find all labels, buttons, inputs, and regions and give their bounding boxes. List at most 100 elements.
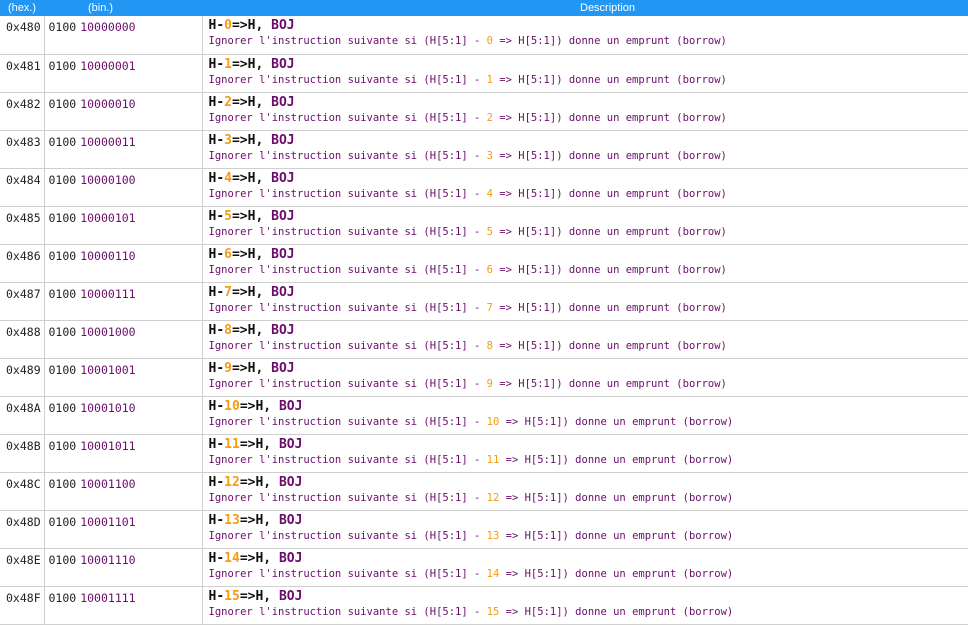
description-number: 13 (487, 530, 500, 542)
mnemonic-keyword: BOJ (279, 589, 302, 604)
opcode: 0100 (49, 287, 77, 301)
description-suffix: => H[5:1]) donne un emprunt (borrow) (493, 35, 727, 47)
description-cell: H-12=>H, BOJIgnorer l'instruction suivan… (202, 472, 968, 510)
bits: 10001101 (80, 515, 135, 529)
mnemonic: H-12=>H, BOJ (209, 475, 968, 491)
mnemonic: H-11=>H, BOJ (209, 437, 968, 453)
hex-code: 0x480 (0, 16, 44, 54)
description-prefix: Ignorer l'instruction suivante si (H[5:1… (209, 606, 487, 618)
mnemonic-prefix: H- (209, 323, 225, 338)
mnemonic-number: 4 (224, 171, 232, 186)
mnemonic-keyword: BOJ (271, 133, 294, 148)
mnemonic-prefix: H- (209, 551, 225, 566)
description-prefix: Ignorer l'instruction suivante si (H[5:1… (209, 35, 487, 47)
opcode: 0100 (49, 477, 77, 491)
description-text: Ignorer l'instruction suivante si (H[5:1… (209, 111, 968, 125)
mnemonic-keyword: BOJ (271, 285, 294, 300)
mnemonic-prefix: H- (209, 513, 225, 528)
table-row: 0x480010010000000H-0=>H, BOJIgnorer l'in… (0, 16, 968, 54)
header-hex: (hex.) (0, 0, 44, 16)
bits: 10001100 (80, 477, 135, 491)
description-cell: H-13=>H, BOJIgnorer l'instruction suivan… (202, 510, 968, 548)
opcode: 0100 (49, 173, 77, 187)
mnemonic: H-9=>H, BOJ (209, 361, 968, 377)
description-text: Ignorer l'instruction suivante si (H[5:1… (209, 567, 968, 581)
description-suffix: => H[5:1]) donne un emprunt (borrow) (493, 302, 727, 314)
description-text: Ignorer l'instruction suivante si (H[5:1… (209, 529, 968, 543)
description-number: 14 (487, 568, 500, 580)
description-prefix: Ignorer l'instruction suivante si (H[5:1… (209, 416, 487, 428)
description-prefix: Ignorer l'instruction suivante si (H[5:1… (209, 454, 487, 466)
mnemonic-number: 1 (224, 57, 232, 72)
opcode: 0100 (49, 591, 77, 605)
binary-code: 010010001011 (44, 434, 202, 472)
header-bin: (bin.) (44, 0, 202, 16)
mnemonic-number: 0 (224, 18, 232, 33)
description-text: Ignorer l'instruction suivante si (H[5:1… (209, 453, 968, 467)
opcode: 0100 (49, 363, 77, 377)
description-suffix: => H[5:1]) donne un emprunt (borrow) (493, 378, 727, 390)
table-row: 0x489010010001001H-9=>H, BOJIgnorer l'in… (0, 358, 968, 396)
opcode: 0100 (49, 59, 77, 73)
bits: 10000001 (80, 59, 135, 73)
hex-code: 0x48E (0, 548, 44, 586)
mnemonic-suffix: =>H, (232, 18, 271, 33)
bits: 10000111 (80, 287, 135, 301)
mnemonic-prefix: H- (209, 361, 225, 376)
mnemonic: H-2=>H, BOJ (209, 95, 968, 111)
mnemonic-prefix: H- (209, 399, 225, 414)
mnemonic-suffix: =>H, (232, 209, 271, 224)
hex-code: 0x48C (0, 472, 44, 510)
mnemonic-prefix: H- (209, 437, 225, 452)
mnemonic: H-10=>H, BOJ (209, 399, 968, 415)
bits: 10001110 (80, 553, 135, 567)
bits: 10001111 (80, 591, 135, 605)
bits: 10000110 (80, 249, 135, 263)
mnemonic-prefix: H- (209, 18, 225, 33)
mnemonic-number: 11 (224, 437, 240, 452)
mnemonic-number: 3 (224, 133, 232, 148)
hex-code: 0x483 (0, 130, 44, 168)
bits: 10000000 (80, 20, 135, 34)
description-prefix: Ignorer l'instruction suivante si (H[5:1… (209, 492, 487, 504)
bits: 10001010 (80, 401, 135, 415)
mnemonic: H-15=>H, BOJ (209, 589, 968, 605)
description-prefix: Ignorer l'instruction suivante si (H[5:1… (209, 112, 487, 124)
mnemonic-suffix: =>H, (240, 475, 279, 490)
mnemonic-suffix: =>H, (232, 285, 271, 300)
mnemonic-number: 14 (224, 551, 240, 566)
hex-code: 0x484 (0, 168, 44, 206)
mnemonic-suffix: =>H, (232, 95, 271, 110)
description-text: Ignorer l'instruction suivante si (H[5:1… (209, 263, 968, 277)
bits: 10000101 (80, 211, 135, 225)
mnemonic-number: 6 (224, 247, 232, 262)
table-row: 0x484010010000100H-4=>H, BOJIgnorer l'in… (0, 168, 968, 206)
description-suffix: => H[5:1]) donne un emprunt (borrow) (493, 150, 727, 162)
description-cell: H-9=>H, BOJIgnorer l'instruction suivant… (202, 358, 968, 396)
binary-code: 010010000101 (44, 206, 202, 244)
hex-code: 0x48A (0, 396, 44, 434)
table-row: 0x487010010000111H-7=>H, BOJIgnorer l'in… (0, 282, 968, 320)
mnemonic-keyword: BOJ (271, 18, 294, 33)
hex-code: 0x485 (0, 206, 44, 244)
mnemonic-suffix: =>H, (232, 57, 271, 72)
description-prefix: Ignorer l'instruction suivante si (H[5:1… (209, 188, 487, 200)
table-row: 0x482010010000010H-2=>H, BOJIgnorer l'in… (0, 92, 968, 130)
hex-code: 0x48F (0, 586, 44, 624)
description-text: Ignorer l'instruction suivante si (H[5:1… (209, 187, 968, 201)
description-prefix: Ignorer l'instruction suivante si (H[5:1… (209, 226, 487, 238)
mnemonic-keyword: BOJ (279, 399, 302, 414)
opcode: 0100 (49, 97, 77, 111)
binary-code: 010010000111 (44, 282, 202, 320)
hex-code: 0x486 (0, 244, 44, 282)
mnemonic-prefix: H- (209, 247, 225, 262)
opcode: 0100 (49, 553, 77, 567)
header-description: Description (202, 0, 968, 16)
opcode: 0100 (49, 135, 77, 149)
description-suffix: => H[5:1]) donne un emprunt (borrow) (499, 606, 733, 618)
mnemonic-number: 10 (224, 399, 240, 414)
binary-code: 010010001000 (44, 320, 202, 358)
description-text: Ignorer l'instruction suivante si (H[5:1… (209, 149, 968, 163)
binary-code: 010010000011 (44, 130, 202, 168)
mnemonic-number: 12 (224, 475, 240, 490)
